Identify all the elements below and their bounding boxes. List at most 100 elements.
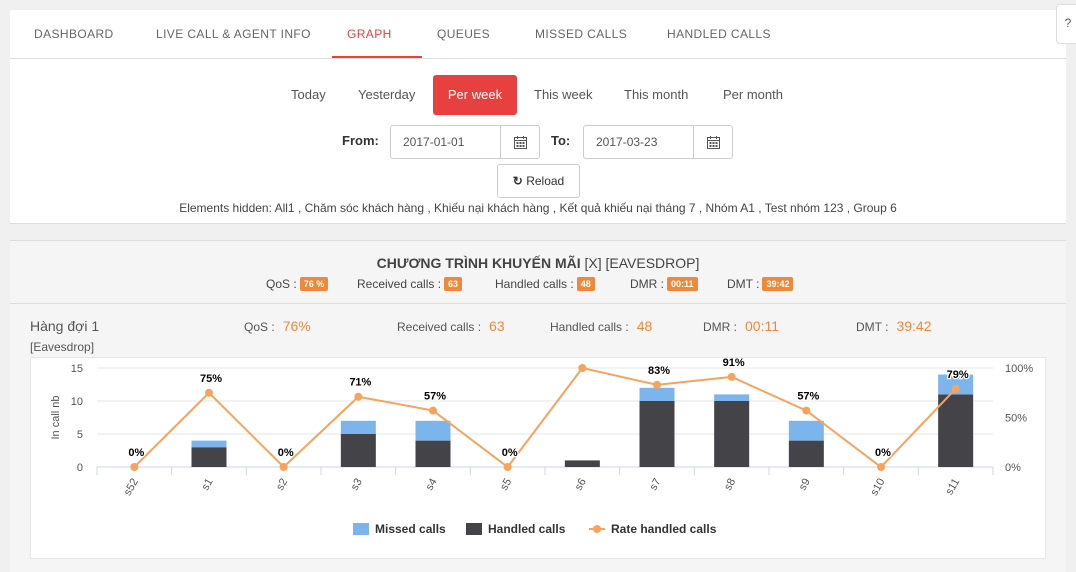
to-calendar-button[interactable] xyxy=(693,126,732,158)
to-date-group xyxy=(583,125,733,159)
legend-swatch xyxy=(353,523,369,535)
help-button[interactable]: ? xyxy=(1056,4,1076,44)
reload-label: Reload xyxy=(526,174,565,188)
tab-handled-calls[interactable]: HANDLED CALLS xyxy=(667,10,771,58)
queue-dmr: DMR : 00:11 xyxy=(703,318,779,334)
bar-handled xyxy=(340,434,376,467)
group-dmr-badge: 00:11 xyxy=(667,277,698,291)
y2-tick-label: 100% xyxy=(1005,363,1033,375)
group-dmt: DMT :39:42 xyxy=(727,277,794,291)
rate-point xyxy=(130,463,139,471)
legend-label: Handled calls xyxy=(488,522,566,536)
reload-button[interactable]: ↻ Reload xyxy=(497,164,580,198)
x-tick-label: s9 xyxy=(797,477,813,493)
y2-tick-label: 0% xyxy=(1005,462,1021,474)
x-tick-label: s10 xyxy=(868,477,887,498)
x-tick-label: s5 xyxy=(498,477,514,493)
rate-point xyxy=(951,384,960,393)
tab-dashboard[interactable]: DASHBOARD xyxy=(34,10,114,58)
rate-point xyxy=(653,380,661,389)
legend-marker xyxy=(593,525,601,533)
bar-missed xyxy=(788,420,824,441)
data-label: 75% xyxy=(200,373,222,385)
y-tick-label: 15 xyxy=(71,363,83,375)
x-tick-label: s52 xyxy=(122,477,141,498)
bar-missed xyxy=(415,420,451,441)
queue-received-value: 63 xyxy=(489,318,505,334)
y2-tick-label: 50% xyxy=(1005,413,1027,425)
period-today[interactable]: Today xyxy=(291,75,326,115)
group-qos-badge: 76 % xyxy=(299,277,329,291)
from-date-input[interactable] xyxy=(391,126,501,158)
y-tick-label: 0 xyxy=(77,462,83,474)
period-per-week[interactable]: Per week xyxy=(433,75,517,115)
y-axis-label: In call nb xyxy=(50,395,62,439)
rate-point xyxy=(354,392,363,401)
chart-container: 0 5 10 15 0% 50% 100% In call nb s52 s1 s2 s3 s4 s5 s6… xyxy=(30,347,1046,559)
queue-received-label: Received calls : xyxy=(397,320,482,334)
rate-point xyxy=(727,372,736,381)
queue-dmt: DMT : 39:42 xyxy=(856,318,932,334)
x-tick-label: s2 xyxy=(274,477,290,493)
period-yesterday[interactable]: Yesterday xyxy=(358,75,415,115)
elements-hidden-text: Elements hidden: All1 , Chăm sóc khách h… xyxy=(179,201,897,215)
group-dmt-label: DMT : xyxy=(727,277,760,291)
group-title: CHƯƠNG TRÌNH KHUYẾN MÃI [X] [EAVESDROP] xyxy=(10,255,1066,271)
group-panel: CHƯƠNG TRÌNH KHUYẾN MÃI [X] [EAVESDROP] … xyxy=(10,240,1066,572)
group-received-label: Received calls : xyxy=(357,277,442,291)
calls-chart: 0 5 10 15 0% 50% 100% In call nb s52 s1 s2 s3 s4 s5 s6… xyxy=(50,347,1033,536)
bar-handled xyxy=(714,401,750,467)
legend-label: Rate handled calls xyxy=(611,522,717,536)
period-per-month[interactable]: Per month xyxy=(723,75,783,115)
data-label: 0% xyxy=(128,447,144,459)
to-date-input[interactable] xyxy=(584,126,694,158)
tab-queues[interactable]: QUEUES xyxy=(437,10,490,58)
group-received-badge: 63 xyxy=(444,277,463,291)
queue-dmt-value: 39:42 xyxy=(896,318,932,334)
question-icon: ? xyxy=(1064,16,1072,30)
queue-subtitle: [Eavesdrop] xyxy=(30,340,95,354)
main-tabs: DASHBOARD LIVE CALL & AGENT INFO GRAPH Q… xyxy=(10,10,1066,59)
bar-handled xyxy=(639,401,675,467)
group-handled-label: Handled calls : xyxy=(495,277,574,291)
rate-point xyxy=(503,463,512,471)
x-tick-label: s11 xyxy=(943,477,962,498)
from-calendar-button[interactable] xyxy=(500,126,539,158)
rate-point xyxy=(429,406,437,415)
group-dmr-label: DMR : xyxy=(630,277,664,291)
from-label: From: xyxy=(342,133,379,148)
y-tick-label: 10 xyxy=(71,396,83,408)
queue-dmt-label: DMT : xyxy=(856,320,889,334)
queue-qos-label: QoS : xyxy=(244,320,275,334)
legend-label: Missed calls xyxy=(375,522,446,536)
queue-handled-value: 48 xyxy=(636,318,653,334)
data-label: 0% xyxy=(278,447,294,459)
x-tick-label: s3 xyxy=(349,477,365,493)
queue-received: Received calls : 63 xyxy=(397,318,505,334)
rate-point xyxy=(279,463,288,471)
to-label: To: xyxy=(551,133,571,148)
queue-handled: Handled calls : 48 xyxy=(550,318,652,334)
rate-point xyxy=(205,388,213,397)
queue-handled-label: Handled calls : xyxy=(550,320,629,334)
bar-handled xyxy=(564,460,600,467)
data-label: 57% xyxy=(424,391,446,403)
data-label: 0% xyxy=(502,447,518,459)
data-label: 79% xyxy=(947,369,969,381)
legend-swatch xyxy=(466,523,482,535)
tab-graph[interactable]: GRAPH xyxy=(347,10,392,58)
data-label: 100% xyxy=(570,358,598,360)
calendar-icon xyxy=(706,135,720,149)
bar-handled xyxy=(415,440,451,467)
x-tick-label: s8 xyxy=(722,477,738,493)
period-this-week[interactable]: This week xyxy=(534,75,593,115)
refresh-icon: ↻ xyxy=(512,174,523,188)
group-handled: Handled calls :48 xyxy=(495,277,595,291)
divider xyxy=(10,303,1066,304)
data-label: 57% xyxy=(797,391,819,403)
rate-point xyxy=(578,364,587,372)
queue-qos-value: 76% xyxy=(282,318,311,334)
period-this-month[interactable]: This month xyxy=(624,75,688,115)
tab-missed-calls[interactable]: MISSED CALLS xyxy=(535,10,627,58)
tab-live-call-agent-info[interactable]: LIVE CALL & AGENT INFO xyxy=(156,10,311,58)
